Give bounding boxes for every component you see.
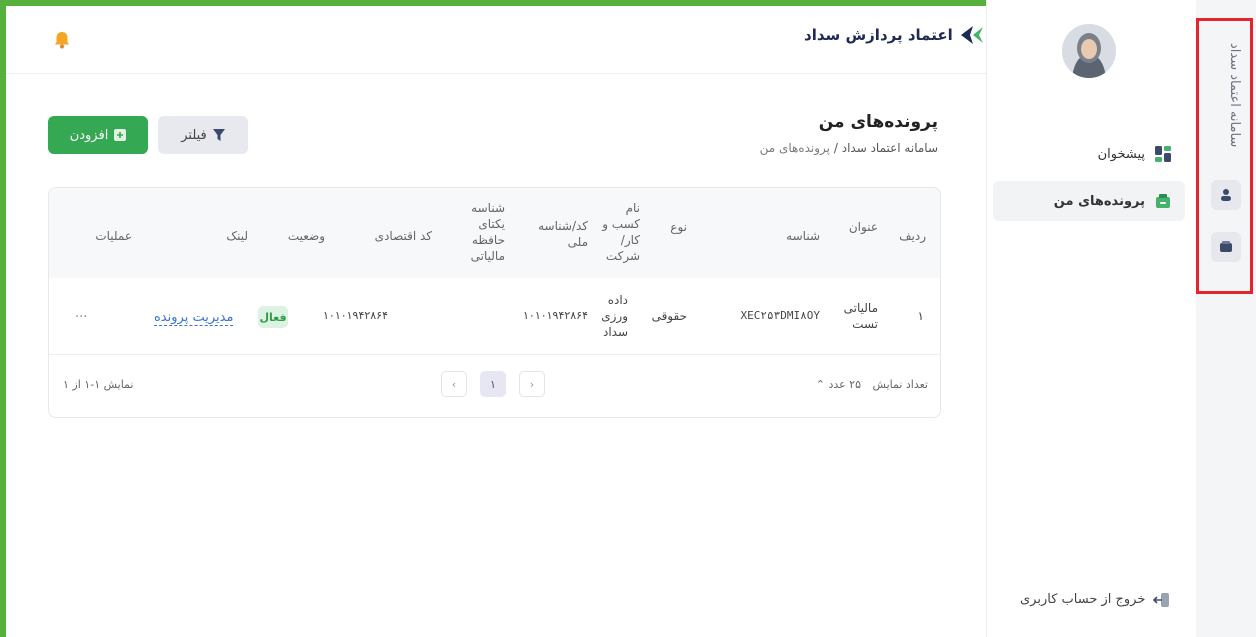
logout-label: خروج از حساب کاربری — [1020, 592, 1146, 607]
page-size-label: تعداد نمایش — [872, 378, 928, 391]
cell-national-code: ۱۰۱۰۱۹۴۲۸۶۴ — [523, 309, 588, 322]
cell-type: حقوقی — [651, 309, 687, 323]
filter-icon — [212, 129, 225, 141]
brand-logo: اعتماد پردازش سداد — [804, 24, 985, 46]
filter-button[interactable]: فیلتر — [158, 116, 248, 154]
header-business-name: نام کسب و کار/ شرکت — [602, 201, 640, 263]
sidebar-item-label: پیشخوان — [1097, 146, 1145, 162]
cases-table: ردیف عنوان شناسه نوع نام کسب و کار/ شرکت… — [48, 187, 941, 418]
breadcrumb-current: پرونده‌های من — [759, 141, 831, 155]
chevron-right-icon: › — [529, 377, 535, 391]
row-divider — [49, 354, 940, 355]
header-tax-memory-id: شناسه یکتای حافظه مالیاتی — [470, 201, 505, 263]
add-button[interactable]: افزودن — [48, 116, 148, 154]
logout-button[interactable]: خروج از حساب کاربری — [1020, 592, 1170, 607]
folder-icon — [1156, 194, 1170, 208]
logo-mark-icon — [960, 26, 983, 44]
row-actions-button[interactable]: ... — [75, 306, 87, 322]
filter-label: فیلتر — [181, 127, 207, 143]
header-type: نوع — [670, 220, 687, 234]
dashboard-icon — [1155, 146, 1171, 162]
header-row: ردیف — [899, 229, 926, 243]
header-economic-code: کد اقتصادی — [374, 229, 432, 243]
page-button-current[interactable]: ۱ — [480, 371, 506, 397]
header-national-code: کد/شناسه ملی — [538, 219, 588, 249]
sidebar — [986, 0, 1196, 637]
avatar-image — [1062, 24, 1116, 78]
breadcrumb: سامانه اعتماد سداد / پرونده‌های من — [760, 141, 938, 155]
add-label: افزودن — [69, 127, 109, 143]
next-page-button[interactable]: › — [519, 371, 545, 397]
cell-id: XEC۲۵۳DMI۸OY — [740, 309, 820, 322]
header-actions: عملیات — [95, 229, 132, 243]
page-size-control[interactable]: تعداد نمایش ۲۵ عدد ⌃ — [816, 378, 928, 391]
cell-business-name: داده ورزی سداد — [601, 293, 628, 339]
range-text: نمایش ۱-۱ از ۱ — [63, 378, 134, 391]
header-status: وضعیت — [287, 229, 325, 243]
avatar[interactable] — [1062, 24, 1116, 78]
sidebar-item-my-cases[interactable]: پرونده‌های من — [993, 181, 1185, 221]
manage-case-link[interactable]: مدیریت پرونده — [154, 310, 234, 326]
logout-icon — [1153, 592, 1170, 607]
header-link: لینک — [226, 229, 248, 243]
status-badge: فعال — [258, 306, 288, 328]
bell-icon[interactable] — [52, 30, 72, 50]
logo-text: اعتماد پردازش سداد — [804, 26, 953, 44]
prev-page-button[interactable]: ‹ — [441, 371, 467, 397]
breadcrumb-root[interactable]: سامانه اعتماد سداد — [842, 141, 938, 155]
plus-icon — [114, 129, 127, 141]
page-title: پرونده‌های من — [818, 112, 938, 132]
cell-row: ۱ — [917, 309, 924, 323]
cell-title: مالیاتی تست — [843, 301, 878, 331]
header-id: شناسه — [786, 229, 820, 243]
sidebar-item-label: پرونده‌های من — [1053, 193, 1145, 209]
sidebar-item-dashboard[interactable]: پیشخوان — [993, 134, 1185, 174]
header-title: عنوان — [848, 220, 878, 234]
highlight-box — [1196, 18, 1253, 294]
breadcrumb-separator: / — [833, 141, 838, 155]
chevron-left-icon: ‹ — [451, 377, 457, 391]
page-size-value: ۲۵ عدد — [828, 378, 862, 391]
cell-economic-code: ۱۰۱۰۱۹۴۲۸۶۴ — [323, 309, 388, 322]
chevron-up-icon: ⌃ — [815, 378, 825, 391]
